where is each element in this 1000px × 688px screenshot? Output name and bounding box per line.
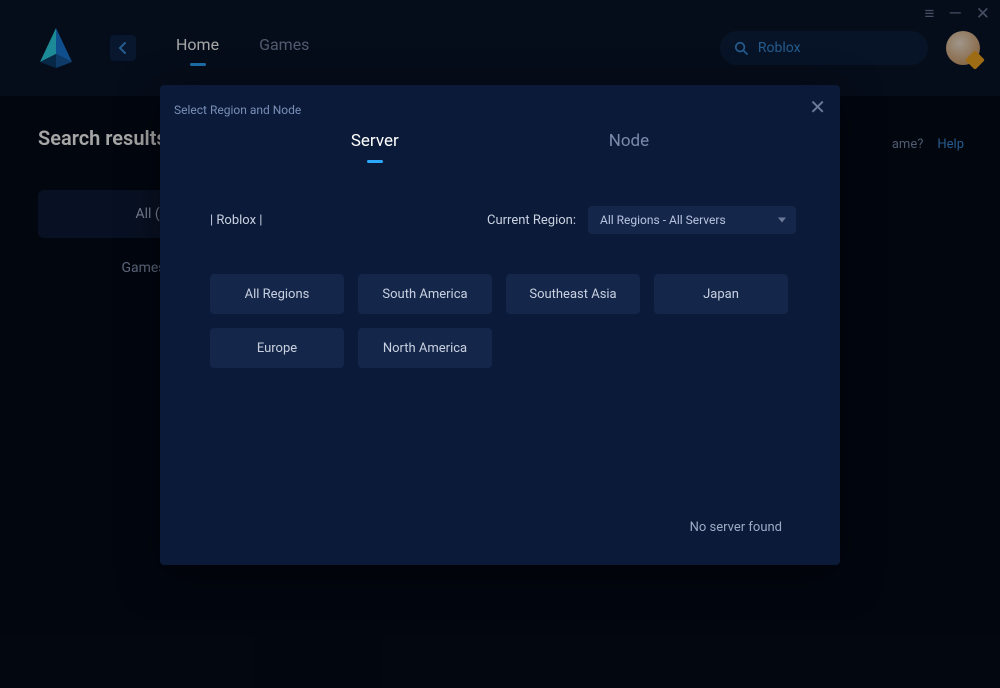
modal-backdrop: ✕ Select Region and Node Server Node | R… [0,0,1000,688]
region-grid: All Regions South America Southeast Asia… [210,274,796,368]
region-btn-north-america[interactable]: North America [358,328,492,368]
modal-title: Select Region and Node [160,85,840,123]
no-server-message: No server found [690,520,782,535]
region-btn-south-america[interactable]: South America [358,274,492,314]
region-btn-europe[interactable]: Europe [210,328,344,368]
modal-tab-node[interactable]: Node [609,131,649,161]
region-select-wrap: Current Region: All Regions - All Server… [487,206,796,234]
region-btn-all[interactable]: All Regions [210,274,344,314]
modal-body: | Roblox | Current Region: All Regions -… [160,161,840,368]
region-btn-japan[interactable]: Japan [654,274,788,314]
current-region-label: Current Region: [487,213,576,228]
region-modal: ✕ Select Region and Node Server Node | R… [160,85,840,565]
modal-close-button[interactable]: ✕ [809,95,826,119]
game-label: | Roblox | [210,213,262,228]
region-btn-southeast-asia[interactable]: Southeast Asia [506,274,640,314]
region-header-row: | Roblox | Current Region: All Regions -… [210,206,796,234]
region-select-value: All Regions - All Servers [600,213,726,227]
modal-tab-server[interactable]: Server [351,131,399,161]
region-select[interactable]: All Regions - All Servers [588,206,796,234]
modal-tabs: Server Node [160,131,840,161]
